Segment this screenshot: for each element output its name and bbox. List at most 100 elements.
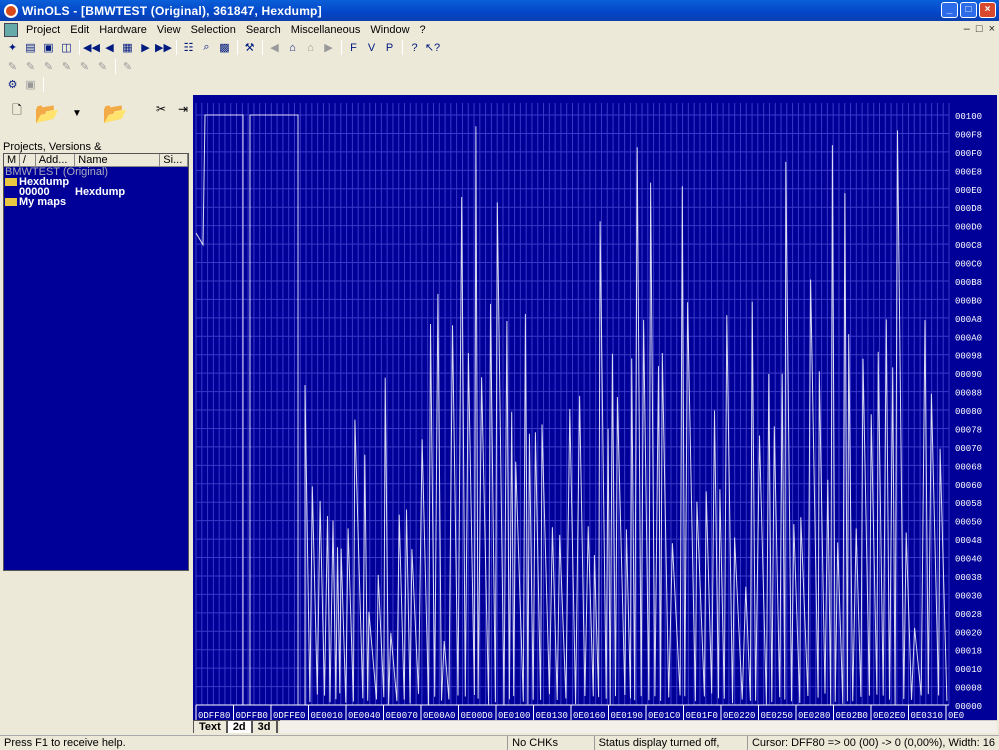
menu-edit[interactable]: Edit [65,24,94,36]
y-tick-label: 00070 [955,444,982,454]
x-tick-label: 0E02B0 [836,711,868,720]
help-icon[interactable]: ? [406,40,423,55]
menu-window[interactable]: Window [365,24,414,36]
menu-hardware[interactable]: Hardware [94,24,152,36]
status-help: Press F1 to receive help. [4,737,126,749]
col-name[interactable]: Name [75,154,161,166]
calc-icon[interactable]: ▩ [216,40,233,55]
x-tick-label: 0E0220 [723,711,755,720]
col-size[interactable]: Si... [160,154,188,166]
maximize-button[interactable]: □ [960,2,977,18]
menu-view[interactable]: View [152,24,186,36]
pin-icon[interactable]: ✎ [4,59,21,74]
context-help-icon[interactable]: ↖? [424,40,441,55]
f-icon[interactable]: F [345,40,362,55]
col-m[interactable]: M [4,154,20,166]
prev-icon[interactable]: ◀ [101,40,118,55]
y-tick-label: 00078 [955,425,982,435]
projects-label: Projects, Versions & [3,141,102,153]
edit3-icon[interactable]: ✎ [58,59,75,74]
close-button[interactable]: × [979,2,996,18]
y-tick-label: 000E8 [955,167,982,177]
minimize-button[interactable]: _ [941,2,958,18]
new-project-icon[interactable]: 🗋 [2,97,32,125]
wand-icon[interactable]: ✦ [4,40,21,55]
chart-svg[interactable]: 00100 000F8 000F0 000E8 000E0 000D8 000D0 000C8… [193,95,997,721]
open-recent-icon[interactable]: 📂 [100,99,130,127]
mdi-restore-button[interactable]: □ [976,23,983,35]
back-icon[interactable]: ◀ [266,40,283,55]
y-tick-label: 00068 [955,462,982,472]
y-tick-label: 00010 [955,665,982,675]
y-tick-label: 000F8 [955,130,982,140]
y-tick-label: 00020 [955,628,982,638]
home2-icon[interactable]: ⌂ [302,40,319,55]
y-tick-label: 000F0 [955,149,982,159]
last-icon[interactable]: ▶▶ [155,40,172,55]
edit5-icon[interactable]: ✎ [94,59,111,74]
tab-text[interactable]: Text [193,720,227,733]
edit4-icon[interactable]: ✎ [76,59,93,74]
next-icon[interactable]: ▶ [137,40,154,55]
x-tick-label: 0E01F0 [686,711,718,720]
tree-folder-mymaps[interactable]: My maps [5,197,188,208]
edit6-icon[interactable]: ✎ [119,59,136,74]
mdi-minimize-button[interactable]: – [964,23,970,35]
mdi-close-button[interactable]: × [989,23,995,35]
col-address[interactable]: Add... [36,154,76,166]
y-tick-label: 00048 [955,536,982,546]
map-tool-icon[interactable]: ⚙ [4,77,21,92]
tab-3d[interactable]: 3d [251,720,277,733]
tree-icon[interactable]: ☷ [180,40,197,55]
x-tick-label: 0E0280 [798,711,830,720]
x-tick-label: 0E01C0 [648,711,680,720]
y-tick-label: 00008 [955,684,982,694]
y-tick-label: 00098 [955,352,982,362]
menu-miscellaneous[interactable]: Miscellaneous [286,24,366,36]
status-checksum: No CHKs [507,736,593,750]
folder-icon [5,198,17,207]
print-icon[interactable]: ▤ [22,40,39,55]
y-tick-label: 00030 [955,591,982,601]
menu-bar: Project Edit Hardware View Selection Sea… [0,21,999,38]
open-folder-icon[interactable]: 📂 [32,99,62,127]
document-icon[interactable] [4,22,18,37]
grid-icon[interactable]: ▦ [119,40,136,55]
y-tick-label: 00050 [955,518,982,528]
project-tree[interactable]: M / Add... Name Si... BMWTEST (Original)… [3,153,189,571]
edit1-icon[interactable]: ✎ [22,59,39,74]
tools-icon[interactable]: ⚒ [241,40,258,55]
x-tick-label: 0E0 [948,711,964,720]
v-icon[interactable]: V [363,40,380,55]
y-tick-label: 00060 [955,481,982,491]
compare-icon[interactable]: ◫ [58,40,75,55]
home-icon[interactable]: ⌂ [284,40,301,55]
menu-help[interactable]: ? [415,24,431,36]
tab-2d[interactable]: 2d [226,720,252,733]
map-tool2-icon[interactable]: ▣ [22,77,39,92]
y-tick-label: 000D0 [955,223,982,233]
x-tick-label: 0E02E0 [873,711,905,720]
y-tick-label: 00080 [955,407,982,417]
first-icon[interactable]: ◀◀ [83,40,100,55]
app-icon [4,3,18,18]
find-icon[interactable]: ⌕ [198,40,215,55]
dropdown-arrow-icon[interactable]: ▼ [62,99,92,127]
edit2-icon[interactable]: ✎ [40,59,57,74]
hexdump-2d-chart[interactable]: 00100 000F8 000F0 000E8 000E0 000D8 000D0 000C8… [193,95,997,721]
menu-selection[interactable]: Selection [186,24,241,36]
folder-icon [5,178,17,187]
menu-project[interactable]: Project [21,24,65,36]
col-slash[interactable]: / [20,154,36,166]
p-icon[interactable]: P [381,40,398,55]
y-tick-label: 00090 [955,370,982,380]
forward-icon[interactable]: ▶ [320,40,337,55]
y-tick-label: 00018 [955,647,982,657]
main-toolbar: ✦ ▤ ▣ ◫ ◀◀ ◀ ▦ ▶ ▶▶ ☷ ⌕ ▩ ⚒ ◀ ⌂ ⌂ ▶ F V … [0,38,999,57]
horizontal-scrollbar[interactable] [280,720,997,733]
y-tick-label: 00028 [955,610,982,620]
menu-search[interactable]: Search [241,24,286,36]
window-icon[interactable]: ▣ [40,40,57,55]
y-tick-label: 00100 [955,112,982,122]
title-bar: WinOLS - [BMWTEST (Original), 361847, He… [0,0,999,21]
